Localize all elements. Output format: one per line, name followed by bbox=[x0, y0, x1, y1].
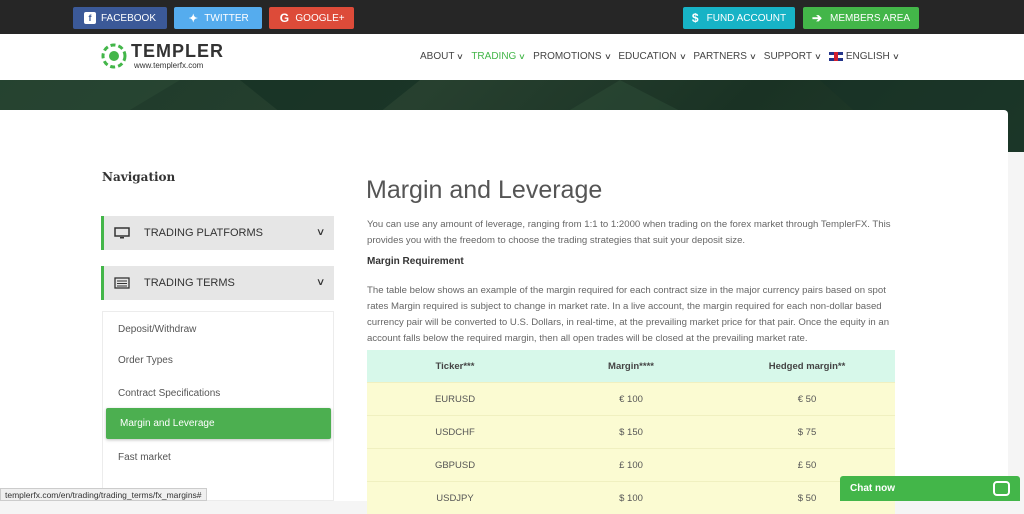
site-header: TEMPLER www.templerfx.com ABOUT ∨ TRADING… bbox=[0, 34, 1024, 80]
fund-account-button[interactable]: $ FUND ACCOUNT bbox=[683, 7, 795, 29]
nav-partners[interactable]: PARTNERS ∨ bbox=[693, 51, 757, 62]
nav-about[interactable]: ABOUT ∨ bbox=[420, 51, 465, 62]
top-bar: f FACEBOOK ✦ TWITTER G GOOGLE+ $ FUND AC… bbox=[0, 0, 1024, 34]
list-icon bbox=[114, 277, 130, 289]
chat-bubble-icon bbox=[993, 481, 1010, 496]
chat-label: Chat now bbox=[850, 483, 895, 494]
logo-icon bbox=[101, 43, 127, 69]
page-title: Margin and Leverage bbox=[366, 176, 603, 204]
sidebar-item-fast-market[interactable]: Fast market bbox=[118, 452, 171, 463]
facebook-label: FACEBOOK bbox=[100, 12, 156, 24]
table-header: Ticker*** Margin**** Hedged margin** bbox=[367, 350, 895, 382]
nav-promotions[interactable]: PROMOTIONS ∨ bbox=[533, 51, 612, 62]
table-row: GBPUSD £ 100 £ 50 bbox=[367, 448, 895, 481]
uk-flag-icon bbox=[828, 52, 843, 61]
logo[interactable]: TEMPLER www.templerfx.com bbox=[101, 42, 224, 70]
sidebar-item-contract-specifications[interactable]: Contract Specifications bbox=[118, 388, 220, 399]
status-bar-url: templerfx.com/en/trading/trading_terms/f… bbox=[0, 488, 207, 501]
table-cell: GBPUSD bbox=[434, 459, 476, 471]
chevron-down-icon: ∨ bbox=[814, 52, 822, 61]
table-cell: £ 100 bbox=[619, 459, 643, 471]
column-header: Margin**** bbox=[608, 360, 654, 372]
table-cell: USDJPY bbox=[436, 492, 474, 504]
logo-name: TEMPLER bbox=[131, 41, 225, 61]
table-cell: $ 100 bbox=[619, 492, 643, 504]
table-row: EURUSD € 100 € 50 bbox=[367, 382, 895, 415]
twitter-icon: ✦ bbox=[188, 12, 198, 25]
sidebar-title: Navigation bbox=[102, 170, 176, 184]
table-row: USDCHF $ 150 $ 75 bbox=[367, 415, 895, 448]
facebook-button[interactable]: f FACEBOOK bbox=[73, 7, 167, 29]
sidebar-item-deposit-withdraw[interactable]: Deposit/Withdraw bbox=[118, 324, 196, 335]
margin-requirement-heading: Margin Requirement bbox=[367, 256, 464, 267]
fund-account-label: FUND ACCOUNT bbox=[706, 12, 787, 24]
chevron-down-icon: ∨ bbox=[315, 277, 326, 288]
members-area-label: MEMBERS AREA bbox=[830, 12, 911, 24]
dollar-icon: $ bbox=[691, 11, 699, 25]
table-cell: $ 75 bbox=[797, 426, 817, 438]
table-cell: USDCHF bbox=[435, 426, 475, 438]
table-cell: EURUSD bbox=[434, 393, 476, 405]
nav-trading[interactable]: TRADING ∨ bbox=[471, 51, 527, 62]
chevron-down-icon: ∨ bbox=[603, 52, 612, 61]
members-area-button[interactable]: ➔ MEMBERS AREA bbox=[803, 7, 919, 29]
chevron-down-icon: ∨ bbox=[678, 52, 687, 61]
chevron-down-icon: ∨ bbox=[891, 52, 900, 61]
twitter-button[interactable]: ✦ TWITTER bbox=[174, 7, 262, 29]
sidebar-item-margin-and-leverage[interactable]: Margin and Leverage bbox=[106, 408, 331, 439]
chevron-down-icon: ∨ bbox=[315, 227, 326, 238]
accordion-trading-terms[interactable]: TRADING TERMS ∨ bbox=[101, 266, 334, 300]
column-header: Ticker*** bbox=[435, 360, 475, 372]
facebook-icon: f bbox=[83, 12, 96, 24]
googleplus-button[interactable]: G GOOGLE+ bbox=[269, 7, 354, 29]
table-cell: £ 50 bbox=[797, 459, 817, 471]
logo-url: www.templerfx.com bbox=[134, 61, 204, 70]
chevron-down-icon: ∨ bbox=[518, 52, 527, 61]
nav-support[interactable]: SUPPORT ∨ bbox=[764, 51, 822, 62]
intro-paragraph: You can use any amount of leverage, rang… bbox=[367, 219, 891, 246]
table-cell: € 50 bbox=[797, 393, 817, 405]
accordion-label: TRADING PLATFORMS bbox=[144, 227, 263, 239]
trading-terms-submenu: Deposit/Withdraw Order Types Contract Sp… bbox=[102, 311, 334, 501]
google-icon: G bbox=[279, 11, 290, 25]
table-cell: € 100 bbox=[619, 393, 643, 405]
monitor-icon bbox=[114, 227, 130, 239]
margin-table: Ticker*** Margin**** Hedged margin** EUR… bbox=[367, 350, 895, 514]
column-header: Hedged margin** bbox=[768, 360, 846, 372]
nav-language[interactable]: ENGLISH ∨ bbox=[828, 51, 900, 62]
accordion-label: TRADING TERMS bbox=[144, 277, 235, 289]
chat-now-button[interactable]: Chat now bbox=[840, 476, 1020, 501]
nav-education[interactable]: EDUCATION ∨ bbox=[618, 51, 687, 62]
sign-in-icon: ➔ bbox=[811, 11, 823, 25]
table-cell: $ 150 bbox=[619, 426, 643, 438]
googleplus-label: GOOGLE+ bbox=[295, 12, 345, 24]
table-row: USDJPY $ 100 $ 50 bbox=[367, 481, 895, 514]
sidebar-item-order-types[interactable]: Order Types bbox=[118, 355, 173, 366]
twitter-label: TWITTER bbox=[204, 12, 249, 24]
chevron-down-icon: ∨ bbox=[456, 52, 465, 61]
main-nav: ABOUT ∨ TRADING ∨ PROMOTIONS ∨ EDUCATION ∨ P… bbox=[420, 51, 899, 62]
body-paragraph: The table below shows an example of the … bbox=[367, 285, 890, 344]
chevron-down-icon: ∨ bbox=[749, 52, 757, 61]
accordion-trading-platforms[interactable]: TRADING PLATFORMS ∨ bbox=[101, 216, 334, 250]
